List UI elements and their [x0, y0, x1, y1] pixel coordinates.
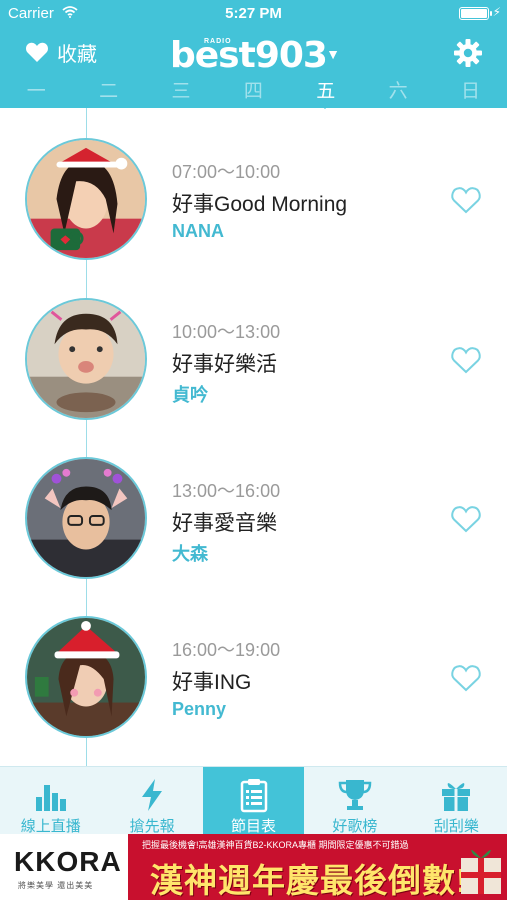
host-avatar — [25, 138, 147, 260]
favorites-button[interactable]: 收藏 — [25, 38, 97, 66]
program-title: 好事愛音樂 — [172, 512, 277, 535]
tab-chart[interactable]: 好歌榜 — [304, 767, 405, 835]
tab-label: 搶先報 — [129, 818, 175, 835]
program-row[interactable]: 10:00～13:00 好事好樂活 貞吟 — [0, 268, 507, 428]
charging-icon: ⚡ — [492, 5, 501, 19]
clipboard-icon — [240, 779, 267, 813]
day-tab-thu[interactable]: 四 — [217, 78, 289, 108]
day-tab-sat[interactable]: 六 — [362, 78, 434, 108]
day-tab-mon[interactable]: 一 — [0, 78, 72, 108]
program-time: 10:00～13:00 — [172, 322, 281, 342]
kora-logo: KKORA 將樂美學 還出美美 — [0, 834, 128, 900]
promo-headline: 漢神週年慶最後倒數! — [150, 862, 468, 899]
program-row[interactable]: 13:00～16:00 好事愛音樂 大森 — [0, 427, 507, 587]
day-tab-sun[interactable]: 日 — [434, 78, 506, 108]
program-host: 大森 — [172, 544, 208, 564]
tab-live[interactable]: 線上直播 — [0, 767, 101, 835]
battery-icon — [459, 7, 492, 20]
header: Carrier 5:27 PM ⚡ 收藏 RADIO best903 ▼ 一 二… — [0, 0, 507, 108]
gift-box-icon — [461, 849, 501, 894]
program-row[interactable]: 16:00～19:00 好事ING Penny — [0, 586, 507, 746]
clock: 5:27 PM — [225, 5, 282, 22]
program-title: 好事ING — [172, 671, 252, 694]
lightning-icon — [142, 779, 163, 811]
host-avatar — [25, 616, 147, 738]
gift-icon — [442, 783, 471, 811]
host-avatar — [25, 457, 147, 579]
program-host: 貞吟 — [172, 385, 208, 405]
heart-icon — [26, 42, 48, 62]
tab-news[interactable]: 搶先報 — [101, 767, 202, 835]
tab-schedule[interactable]: 節目表 — [202, 767, 305, 835]
program-host: NANA — [172, 221, 224, 241]
station-selector[interactable]: RADIO best903 ▼ — [170, 30, 340, 76]
kora-tagline: 將樂美學 還出美美 — [18, 881, 94, 890]
active-day-indicator — [317, 101, 333, 109]
ad-banner[interactable]: KKORA 將樂美學 還出美美 把握最後機會!高雄漢神百貨B2-KKORA專櫃 … — [0, 834, 507, 900]
station-logo: best903 — [170, 35, 328, 76]
program-time: 07:00～10:00 — [172, 162, 281, 182]
gear-icon[interactable] — [453, 38, 483, 68]
host-avatar — [25, 298, 147, 420]
tab-label: 節目表 — [231, 818, 277, 835]
promo-subtext: 把握最後機會!高雄漢神百貨B2-KKORA專櫃 期間限定優惠不可錯過 — [142, 840, 409, 850]
program-title: 好事Good Morning — [172, 193, 348, 216]
tab-scratch[interactable]: 刮刮樂 — [406, 767, 507, 835]
trophy-icon — [338, 780, 372, 810]
favorites-label: 收藏 — [57, 43, 97, 66]
heart-outline-icon[interactable] — [450, 185, 482, 215]
program-time: 16:00～19:00 — [172, 640, 281, 660]
chevron-down-icon: ▼ — [326, 46, 340, 62]
heart-outline-icon[interactable] — [450, 345, 482, 375]
app-screen: Carrier 5:27 PM ⚡ 收藏 RADIO best903 ▼ 一 二… — [0, 0, 507, 900]
promo-panel: 把握最後機會!高雄漢神百貨B2-KKORA專櫃 期間限定優惠不可錯過 漢神週年慶… — [128, 834, 507, 900]
program-title: 好事好樂活 — [172, 353, 277, 376]
day-tab-tue[interactable]: 二 — [72, 78, 144, 108]
program-host: Penny — [172, 699, 227, 719]
bar-chart-icon — [35, 785, 66, 811]
day-tab-wed[interactable]: 三 — [145, 78, 217, 108]
kora-brand: KKORA — [14, 846, 122, 877]
status-bar: Carrier 5:27 PM ⚡ — [0, 0, 507, 28]
logo-radio-text: RADIO — [204, 38, 232, 45]
tab-label: 刮刮樂 — [433, 818, 479, 835]
weekday-tabs: 一 二 三 四 五 六 日 — [0, 78, 507, 108]
program-row[interactable]: 07:00～10:00 好事Good Morning NANA — [0, 108, 507, 268]
tab-bar: 線上直播 搶先報 節目表 好歌榜 刮刮樂 — [0, 766, 507, 835]
heart-outline-icon[interactable] — [450, 504, 482, 534]
tab-label: 好歌榜 — [332, 818, 378, 835]
tab-label: 線上直播 — [20, 818, 81, 835]
heart-outline-icon[interactable] — [450, 663, 482, 693]
program-time: 13:00～16:00 — [172, 481, 281, 501]
